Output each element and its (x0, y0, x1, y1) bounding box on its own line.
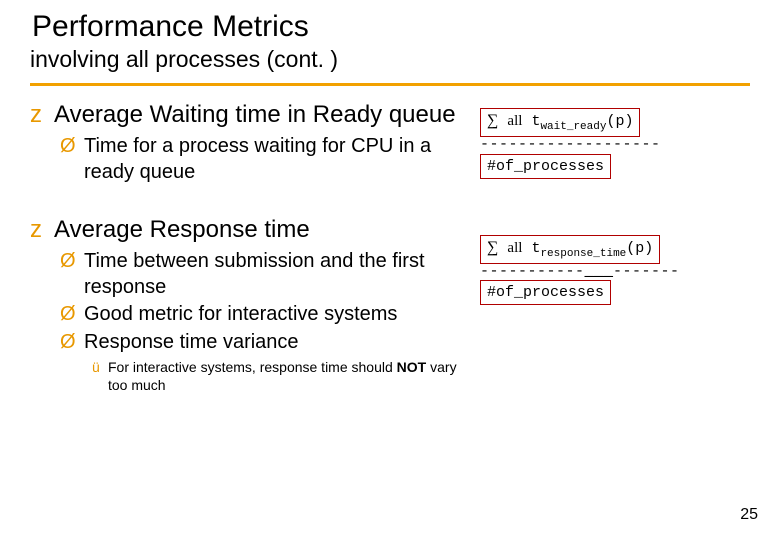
dash-seg-a: ----------- (480, 263, 585, 280)
bullet-z-icon: z (30, 215, 42, 245)
sigma-icon: ∑ (487, 239, 498, 256)
sub-response-goodmetric: Ø Good metric for interactive systems (30, 302, 460, 328)
sub-response-goodmetric-text: Good metric for interactive systems (84, 303, 397, 325)
heading-avg-response: z Average Response time (30, 215, 460, 245)
note-variance: ü For interactive systems, response time… (30, 358, 460, 394)
formula-divider-dashes: -----------___------- (480, 264, 750, 281)
bullet-arrow-icon: Ø (60, 330, 76, 356)
bullet-arrow-icon: Ø (60, 302, 76, 328)
formula-denom-text: #of_processes (487, 284, 604, 301)
formula-wait-denominator: #of_processes (480, 154, 611, 179)
formula-all-word: all (507, 113, 522, 129)
note-variance-b: NOT (397, 359, 427, 375)
formula-wait-numerator: ∑ all twait_ready(p) (480, 108, 640, 137)
formula-arg: (p) (606, 113, 633, 130)
heading-avg-response-text: Average Response time (54, 216, 310, 243)
page-number: 25 (740, 506, 758, 524)
sub-response-variance-text: Response time variance (84, 331, 299, 353)
bullet-arrow-icon: Ø (60, 134, 76, 160)
sub-response-submission: Ø Time between submission and the first … (30, 249, 460, 300)
sub-waiting-desc: Ø Time for a process waiting for CPU in … (30, 134, 460, 185)
sub-response-submission-text: Time between submission and the first re… (84, 250, 425, 298)
formula-response-time: ∑ all tresponse_time(p) -----------___--… (480, 235, 750, 306)
bullet-arrow-icon: Ø (60, 249, 76, 275)
right-column: ∑ all twait_ready(p) -------------------… (480, 100, 750, 416)
section-avg-waiting: z Average Waiting time in Ready queue Ø … (30, 100, 460, 185)
formula-wait-ready: ∑ all twait_ready(p) -------------------… (480, 108, 750, 179)
left-column: z Average Waiting time in Ready queue Ø … (30, 100, 460, 416)
formula-response-numerator: ∑ all tresponse_time(p) (480, 235, 660, 264)
slide: Performance Metrics involving all proces… (0, 0, 780, 540)
page-title: Performance Metrics (32, 10, 750, 44)
sigma-icon: ∑ (487, 112, 498, 129)
formula-subscript: wait_ready (540, 121, 606, 133)
bullet-check-icon: ü (92, 358, 100, 376)
divider-rule (30, 83, 750, 86)
formula-all-word: all (507, 240, 522, 256)
formula-response-denominator: #of_processes (480, 280, 611, 305)
formula-divider-dashes: ------------------- (480, 137, 750, 154)
content-columns: z Average Waiting time in Ready queue Ø … (30, 100, 750, 416)
formula-arg: (p) (626, 240, 653, 257)
heading-avg-waiting-text: Average Waiting time in Ready queue (54, 101, 456, 128)
formula-subscript: response_time (540, 248, 626, 260)
note-variance-a: For interactive systems, response time s… (108, 359, 397, 375)
sub-response-variance: Ø Response time variance (30, 330, 460, 356)
section-avg-response: z Average Response time Ø Time between s… (30, 215, 460, 394)
dash-seg-c: ------- (613, 263, 680, 280)
heading-avg-waiting: z Average Waiting time in Ready queue (30, 100, 460, 130)
formula-denom-text: #of_processes (487, 158, 604, 175)
page-subtitle: involving all processes (cont. ) (30, 46, 750, 73)
sub-waiting-desc-text: Time for a process waiting for CPU in a … (84, 135, 431, 183)
dash-seg-b: ___ (585, 263, 614, 280)
bullet-z-icon: z (30, 100, 42, 130)
